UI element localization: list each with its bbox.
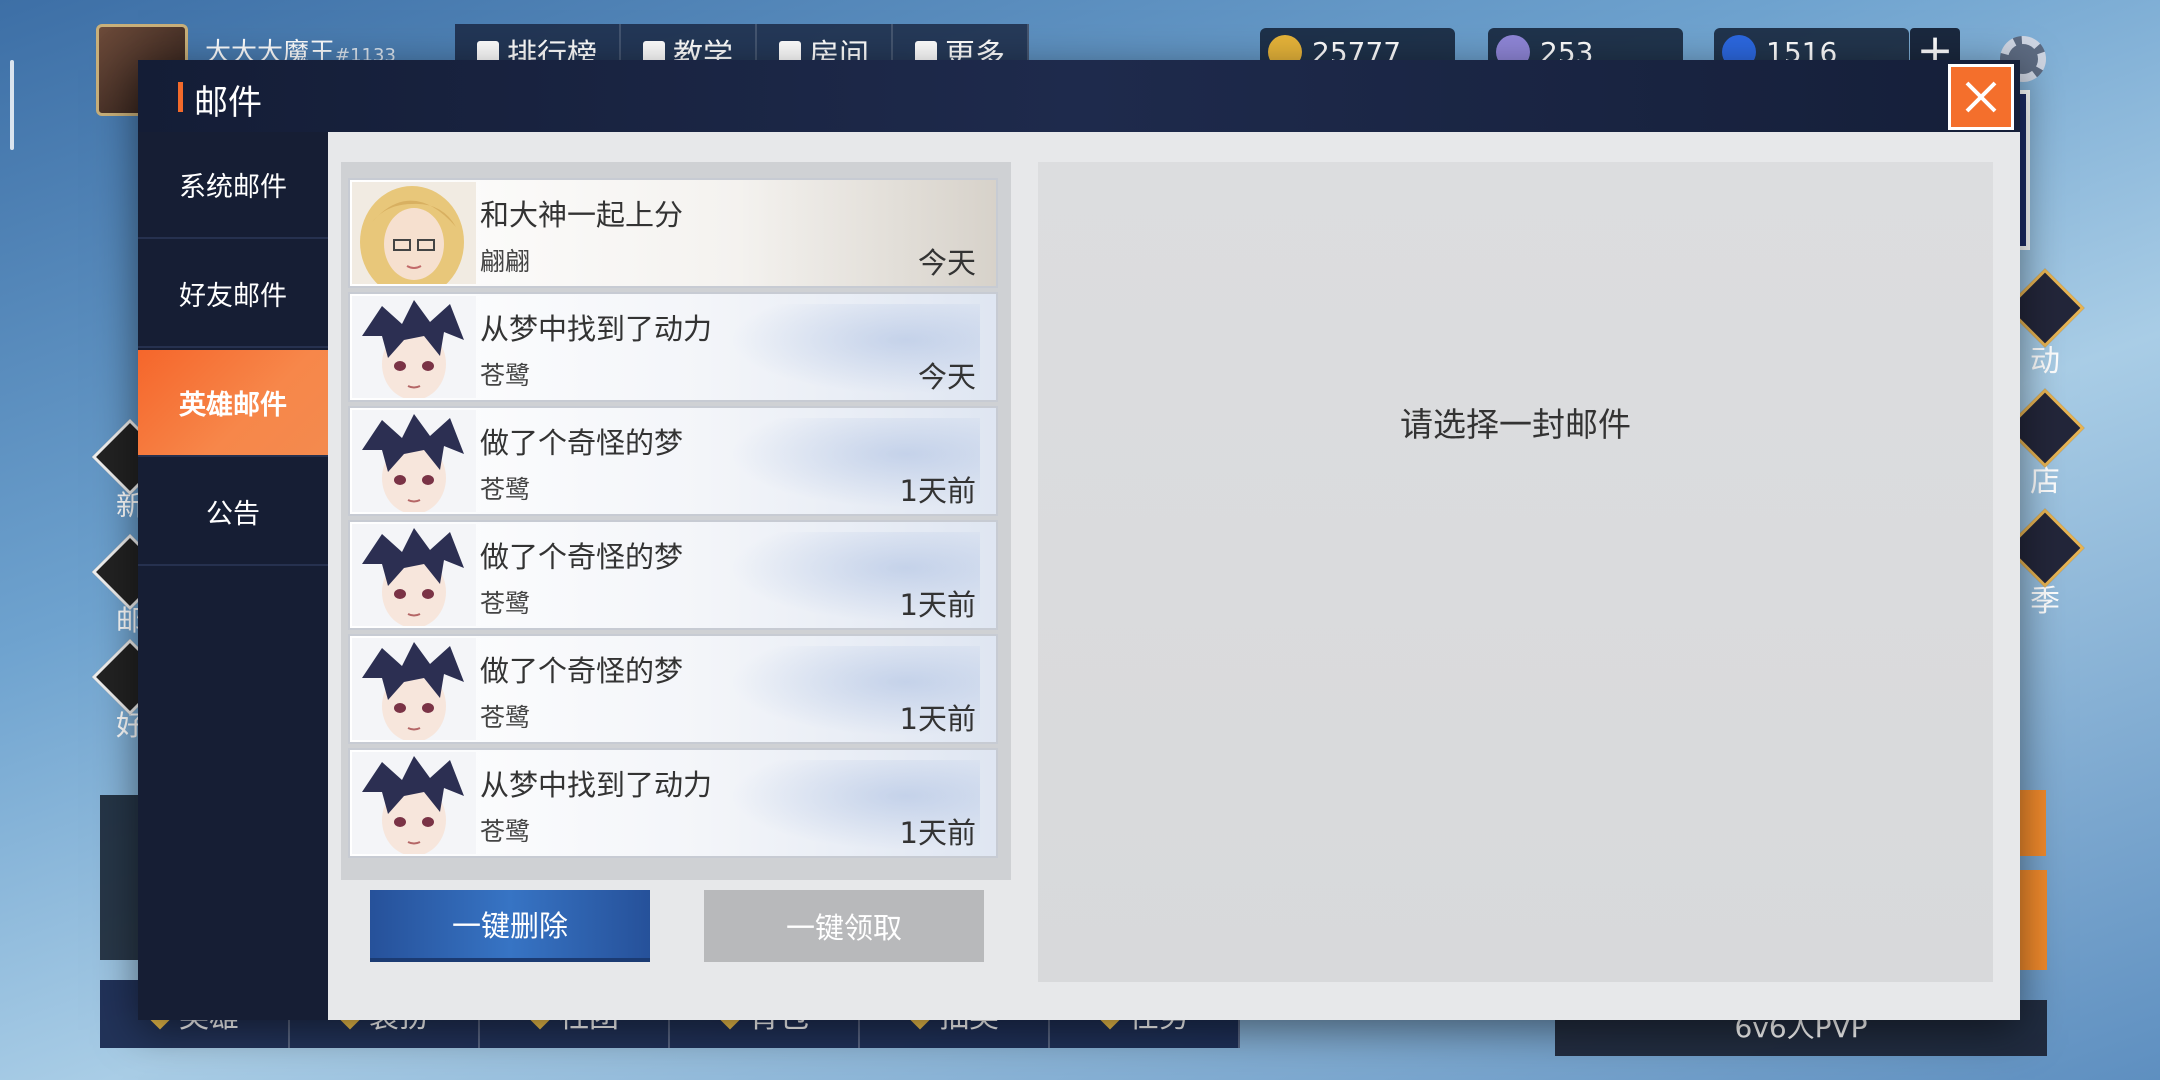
delete-all-button[interactable]: 一键删除 [370,890,650,962]
mail-subject: 做了个奇怪的梦 [480,426,684,460]
mail-subject: 做了个奇怪的梦 [480,654,684,688]
dark-haired-boy-avatar [352,524,476,626]
tab-hero-mail[interactable]: 英雄邮件 [138,350,328,457]
mail-subject: 从梦中找到了动力 [480,768,713,802]
mail-item[interactable]: 和大神一起上分 翩翩 今天 [348,178,998,288]
mail-sender: 苍鹭 [480,475,531,504]
mail-time: 1天前 [899,474,976,508]
lobby-button-shop[interactable]: 店 [2005,388,2085,500]
tab-announcement[interactable]: 公告 [138,459,328,566]
mail-time: 1天前 [899,588,976,622]
mail-list[interactable]: 和大神一起上分 翩翩 今天 从梦中找到了动力 苍鹭 今天 做了个奇怪的梦 苍鹭 … [348,178,998,868]
dark-haired-boy-avatar [352,410,476,512]
mail-dialog: 邮件 系统邮件 好友邮件 英雄邮件 公告 和大神一起上分 翩翩 今天 从梦中找到… [138,60,2020,1020]
mail-sender: 苍鹭 [480,817,531,846]
title-accent-bar [178,82,183,112]
mail-sender: 苍鹭 [480,589,531,618]
mail-subject: 从梦中找到了动力 [480,312,713,346]
mail-item[interactable]: 做了个奇怪的梦 苍鹭 1天前 [348,634,998,744]
dark-haired-boy-avatar [352,296,476,398]
tab-system-mail[interactable]: 系统邮件 [138,132,328,239]
mail-sender: 苍鹭 [480,703,531,732]
dark-haired-boy-avatar [352,638,476,740]
mail-subject: 做了个奇怪的梦 [480,540,684,574]
close-button[interactable] [1948,64,2014,130]
lobby-button-event[interactable]: 动 [2005,268,2085,380]
mail-time: 1天前 [899,702,976,736]
dark-haired-boy-avatar [352,752,476,854]
mail-item[interactable]: 做了个奇怪的梦 苍鹭 1天前 [348,520,998,630]
mail-time: 今天 [917,246,976,280]
mail-item[interactable]: 做了个奇怪的梦 苍鹭 1天前 [348,406,998,516]
empty-detail-message: 请选择一封邮件 [1400,405,1631,444]
close-icon [1965,81,1997,113]
tab-friend-mail[interactable]: 好友邮件 [138,241,328,348]
mail-time: 今天 [917,360,976,394]
mail-time: 1天前 [899,816,976,850]
mail-subject: 和大神一起上分 [480,198,684,232]
mail-sender: 苍鹭 [480,361,531,390]
mail-category-sidebar: 系统邮件 好友邮件 英雄邮件 公告 [138,132,328,1020]
blonde-girl-avatar [352,182,476,284]
claim-all-button[interactable]: 一键领取 [704,890,984,962]
mail-item[interactable]: 从梦中找到了动力 苍鹭 今天 [348,292,998,402]
dialog-header: 邮件 [138,60,2020,132]
mail-item[interactable]: 从梦中找到了动力 苍鹭 1天前 [348,748,998,858]
dialog-title: 邮件 [194,83,262,123]
mail-detail-pane: 请选择一封邮件 [1038,162,1993,982]
mail-sender: 翩翩 [480,247,531,276]
lobby-button-season[interactable]: 季 [2005,508,2085,620]
